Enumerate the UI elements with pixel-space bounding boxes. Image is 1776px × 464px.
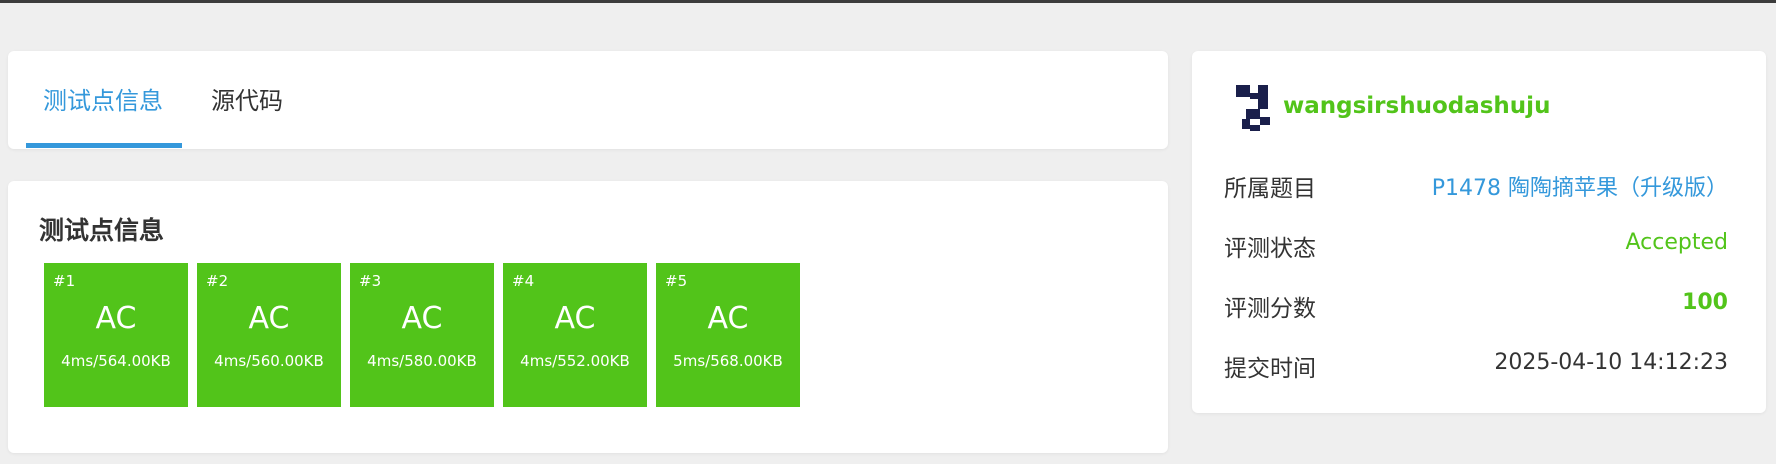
active-tab-indicator	[26, 143, 182, 148]
testcase-tile-1[interactable]: #1 AC 4ms/564.00KB	[44, 263, 188, 407]
testcase-tile-4[interactable]: #4 AC 4ms/552.00KB	[503, 263, 647, 407]
tab-testcase-info[interactable]: 测试点信息	[43, 81, 163, 116]
status-value: Accepted	[1625, 230, 1728, 255]
user-avatar-icon[interactable]	[1236, 83, 1274, 131]
testcase-status: AC	[95, 301, 137, 336]
testcase-status: AC	[401, 301, 443, 336]
testcase-tile-2[interactable]: #2 AC 4ms/560.00KB	[197, 263, 341, 407]
problem-label: 所属题目	[1224, 176, 1316, 202]
testcase-status: AC	[707, 301, 749, 336]
testcase-resource: 5ms/568.00KB	[673, 352, 783, 370]
score-value: 100	[1682, 290, 1728, 315]
testcase-number: #3	[359, 272, 382, 290]
testcase-number: #2	[206, 272, 229, 290]
tab-source-code[interactable]: 源代码	[211, 81, 283, 116]
tabs-card: 测试点信息 源代码	[8, 51, 1168, 149]
testcase-grid: #1 AC 4ms/564.00KB #2 AC 4ms/560.00KB #3…	[44, 263, 800, 407]
testcase-status: AC	[248, 301, 290, 336]
testcase-tile-5[interactable]: #5 AC 5ms/568.00KB	[656, 263, 800, 407]
testcase-section-title: 测试点信息	[39, 216, 165, 245]
username-link[interactable]: wangsirshuodashuju	[1283, 93, 1550, 119]
top-strip	[0, 0, 1776, 3]
submit-time-label: 提交时间	[1224, 356, 1316, 382]
testcase-number: #1	[53, 272, 76, 290]
score-label: 评测分数	[1224, 296, 1316, 322]
testcase-card: 测试点信息 #1 AC 4ms/564.00KB #2 AC 4ms/560.0…	[8, 181, 1168, 453]
testcase-status: AC	[554, 301, 596, 336]
testcase-resource: 4ms/580.00KB	[367, 352, 477, 370]
testcase-resource: 4ms/560.00KB	[214, 352, 324, 370]
testcase-number: #4	[512, 272, 535, 290]
testcase-tile-3[interactable]: #3 AC 4ms/580.00KB	[350, 263, 494, 407]
submit-time-value: 2025-04-10 14:12:23	[1494, 350, 1728, 375]
testcase-number: #5	[665, 272, 688, 290]
testcase-resource: 4ms/564.00KB	[61, 352, 171, 370]
submission-info-card: wangsirshuodashuju 所属题目 P1478 陶陶摘苹果（升级版）…	[1192, 51, 1766, 413]
status-label: 评测状态	[1224, 236, 1316, 262]
testcase-resource: 4ms/552.00KB	[520, 352, 630, 370]
problem-link[interactable]: P1478 陶陶摘苹果（升级版）	[1432, 170, 1728, 202]
